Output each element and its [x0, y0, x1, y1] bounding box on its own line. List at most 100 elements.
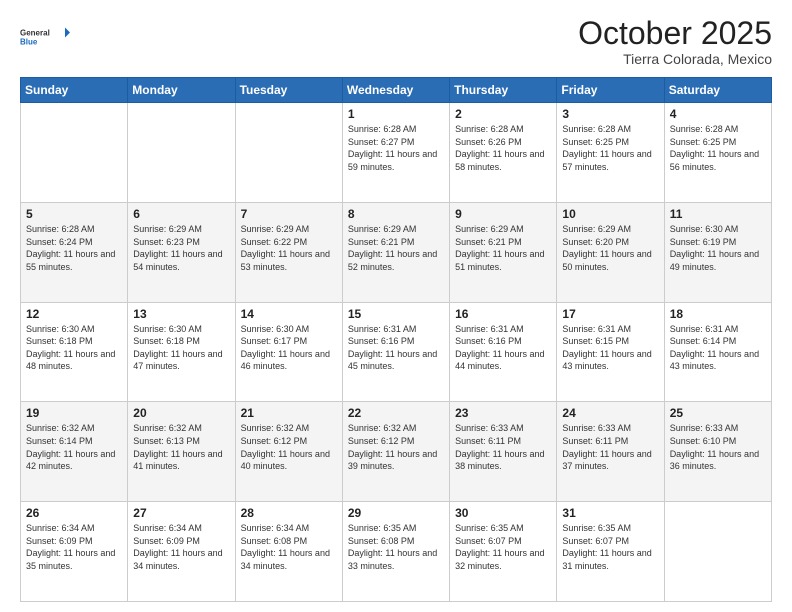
day-number: 29 [348, 506, 444, 520]
day-number: 21 [241, 406, 337, 420]
day-number: 12 [26, 307, 122, 321]
table-row: 18 Sunrise: 6:31 AMSunset: 6:14 PMDayligh… [664, 302, 771, 402]
day-info: Sunrise: 6:34 AMSunset: 6:09 PMDaylight:… [133, 522, 229, 572]
table-row: 2 Sunrise: 6:28 AMSunset: 6:26 PMDaylight… [450, 103, 557, 203]
day-info: Sunrise: 6:28 AMSunset: 6:25 PMDaylight:… [562, 123, 658, 173]
table-row: 30 Sunrise: 6:35 AMSunset: 6:07 PMDayligh… [450, 502, 557, 602]
table-row: 26Sunrise: 6:34 AMSunset: 6:09 PMDayligh… [21, 502, 128, 602]
table-row: 13Sunrise: 6:30 AMSunset: 6:18 PMDayligh… [128, 302, 235, 402]
table-row: 7 Sunrise: 6:29 AMSunset: 6:22 PMDaylight… [235, 202, 342, 302]
day-info: Sunrise: 6:28 AMSunset: 6:25 PMDaylight:… [670, 123, 766, 173]
day-number: 19 [26, 406, 122, 420]
week-row-5: 26 Sunrise: 6:34 AMSunset: 6:09 PMDayligh… [21, 502, 772, 602]
day-info: Sunrise: 6:32 AMSunset: 6:12 PMDaylight:… [348, 422, 444, 472]
col-friday: Friday [557, 78, 664, 103]
table-row: 6 Sunrise: 6:29 AMSunset: 6:23 PMDaylight… [128, 202, 235, 302]
table-row [664, 502, 771, 602]
svg-text:General: General [20, 29, 50, 38]
day-number: 23 [455, 406, 551, 420]
day-info: Sunrise: 6:30 AMSunset: 6:18 PMDaylight:… [133, 323, 229, 373]
table-row: 31Sunrise: 6:35 AMSunset: 6:07 PMDayligh… [557, 502, 664, 602]
day-info: Sunrise: 6:35 AMSunset: 6:07 PMDaylight:… [562, 522, 658, 572]
title-block: October 2025 Tierra Colorada, Mexico [578, 16, 772, 67]
table-row: 23 Sunrise: 6:33 AMSunset: 6:11 PMDayligh… [450, 402, 557, 502]
day-number: 18 [670, 307, 766, 321]
calendar-table: Sunday Monday Tuesday Wednesday Thursday… [20, 77, 772, 602]
logo: General Blue [20, 16, 70, 58]
day-info: Sunrise: 6:30 AMSunset: 6:17 PMDaylight:… [241, 323, 337, 373]
table-row: 10 Sunrise: 6:29 AMSunset: 6:20 PMDayligh… [557, 202, 664, 302]
table-row [21, 103, 128, 203]
day-number: 26 [26, 506, 122, 520]
month-title: October 2025 [578, 16, 772, 51]
logo-icon: General Blue [20, 16, 70, 58]
day-number: 1 [348, 107, 444, 121]
day-number: 6 [133, 207, 229, 221]
table-row: 21Sunrise: 6:32 AMSunset: 6:12 PMDayligh… [235, 402, 342, 502]
week-row-3: 12 Sunrise: 6:30 AMSunset: 6:18 PMDayligh… [21, 302, 772, 402]
day-info: Sunrise: 6:31 AMSunset: 6:14 PMDaylight:… [670, 323, 766, 373]
table-row: 9 Sunrise: 6:29 AMSunset: 6:21 PMDaylight… [450, 202, 557, 302]
day-number: 16 [455, 307, 551, 321]
day-info: Sunrise: 6:31 AMSunset: 6:16 PMDaylight:… [348, 323, 444, 373]
day-info: Sunrise: 6:29 AMSunset: 6:22 PMDaylight:… [241, 223, 337, 273]
day-info: Sunrise: 6:33 AMSunset: 6:11 PMDaylight:… [562, 422, 658, 472]
table-row: 4Sunrise: 6:28 AMSunset: 6:25 PMDaylight… [664, 103, 771, 203]
day-info: Sunrise: 6:34 AMSunset: 6:08 PMDaylight:… [241, 522, 337, 572]
day-info: Sunrise: 6:32 AMSunset: 6:13 PMDaylight:… [133, 422, 229, 472]
day-info: Sunrise: 6:28 AMSunset: 6:24 PMDaylight:… [26, 223, 122, 273]
col-saturday: Saturday [664, 78, 771, 103]
table-row: 16Sunrise: 6:31 AMSunset: 6:16 PMDayligh… [450, 302, 557, 402]
week-row-1: 1Sunrise: 6:28 AMSunset: 6:27 PMDaylight… [21, 103, 772, 203]
table-row: 12 Sunrise: 6:30 AMSunset: 6:18 PMDayligh… [21, 302, 128, 402]
day-number: 27 [133, 506, 229, 520]
table-row: 20 Sunrise: 6:32 AMSunset: 6:13 PMDayligh… [128, 402, 235, 502]
day-number: 28 [241, 506, 337, 520]
page-container: General Blue October 2025 Tierra Colorad… [0, 0, 792, 612]
table-row [128, 103, 235, 203]
table-row: 22 Sunrise: 6:32 AMSunset: 6:12 PMDayligh… [342, 402, 449, 502]
day-info: Sunrise: 6:32 AMSunset: 6:14 PMDaylight:… [26, 422, 122, 472]
table-row: 17Sunrise: 6:31 AMSunset: 6:15 PMDayligh… [557, 302, 664, 402]
table-row: 19 Sunrise: 6:32 AMSunset: 6:14 PMDayligh… [21, 402, 128, 502]
day-info: Sunrise: 6:28 AMSunset: 6:26 PMDaylight:… [455, 123, 551, 173]
subtitle: Tierra Colorada, Mexico [578, 51, 772, 67]
col-monday: Monday [128, 78, 235, 103]
col-tuesday: Tuesday [235, 78, 342, 103]
table-row: 11 Sunrise: 6:30 AMSunset: 6:19 PMDayligh… [664, 202, 771, 302]
day-number: 2 [455, 107, 551, 121]
day-info: Sunrise: 6:33 AMSunset: 6:10 PMDaylight:… [670, 422, 766, 472]
day-info: Sunrise: 6:33 AMSunset: 6:11 PMDaylight:… [455, 422, 551, 472]
day-number: 24 [562, 406, 658, 420]
day-number: 30 [455, 506, 551, 520]
week-row-4: 19 Sunrise: 6:32 AMSunset: 6:14 PMDayligh… [21, 402, 772, 502]
day-number: 20 [133, 406, 229, 420]
day-number: 10 [562, 207, 658, 221]
table-row: 5Sunrise: 6:28 AMSunset: 6:24 PMDaylight… [21, 202, 128, 302]
day-number: 3 [562, 107, 658, 121]
day-number: 25 [670, 406, 766, 420]
day-info: Sunrise: 6:35 AMSunset: 6:08 PMDaylight:… [348, 522, 444, 572]
day-info: Sunrise: 6:29 AMSunset: 6:23 PMDaylight:… [133, 223, 229, 273]
table-row [235, 103, 342, 203]
week-row-2: 5Sunrise: 6:28 AMSunset: 6:24 PMDaylight… [21, 202, 772, 302]
day-number: 11 [670, 207, 766, 221]
table-row: 29 Sunrise: 6:35 AMSunset: 6:08 PMDayligh… [342, 502, 449, 602]
day-number: 22 [348, 406, 444, 420]
day-info: Sunrise: 6:35 AMSunset: 6:07 PMDaylight:… [455, 522, 551, 572]
day-info: Sunrise: 6:30 AMSunset: 6:18 PMDaylight:… [26, 323, 122, 373]
table-row: 25 Sunrise: 6:33 AMSunset: 6:10 PMDayligh… [664, 402, 771, 502]
col-thursday: Thursday [450, 78, 557, 103]
day-number: 7 [241, 207, 337, 221]
day-info: Sunrise: 6:29 AMSunset: 6:20 PMDaylight:… [562, 223, 658, 273]
table-row: 8Sunrise: 6:29 AMSunset: 6:21 PMDaylight… [342, 202, 449, 302]
day-number: 9 [455, 207, 551, 221]
day-info: Sunrise: 6:29 AMSunset: 6:21 PMDaylight:… [455, 223, 551, 273]
col-wednesday: Wednesday [342, 78, 449, 103]
header: General Blue October 2025 Tierra Colorad… [20, 16, 772, 67]
table-row: 14Sunrise: 6:30 AMSunset: 6:17 PMDayligh… [235, 302, 342, 402]
day-info: Sunrise: 6:30 AMSunset: 6:19 PMDaylight:… [670, 223, 766, 273]
day-info: Sunrise: 6:31 AMSunset: 6:15 PMDaylight:… [562, 323, 658, 373]
table-row: 28 Sunrise: 6:34 AMSunset: 6:08 PMDayligh… [235, 502, 342, 602]
day-number: 8 [348, 207, 444, 221]
